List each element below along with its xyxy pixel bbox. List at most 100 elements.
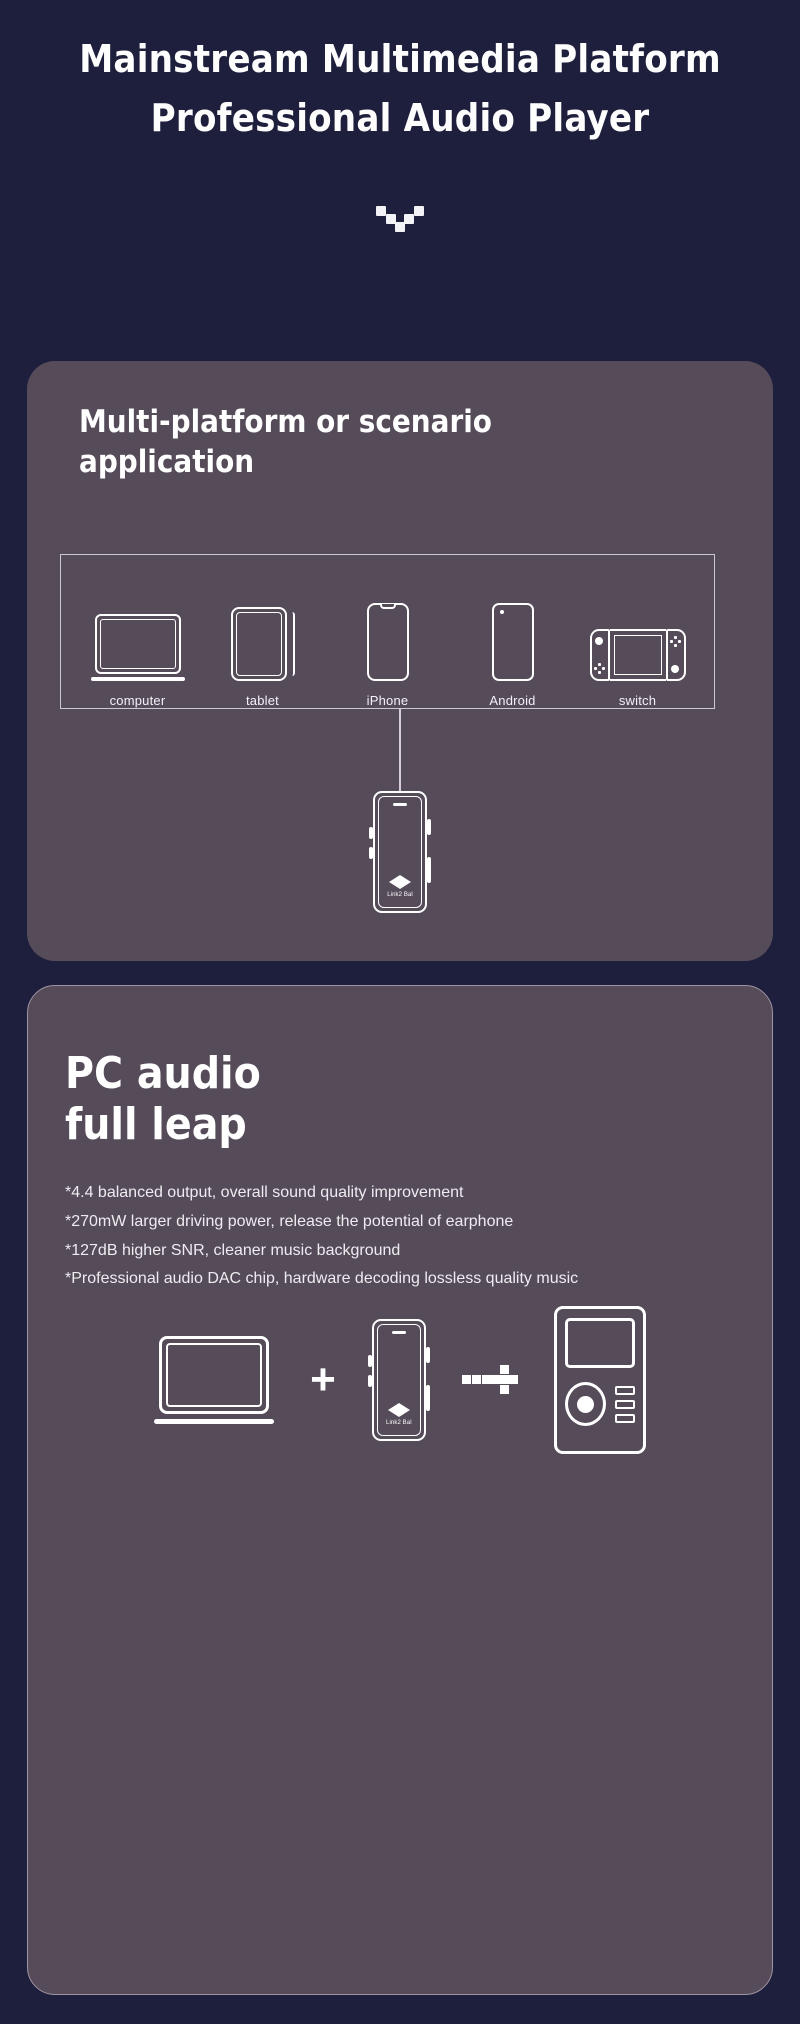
dongle-wrap: Link2 Bal: [369, 791, 431, 913]
logo-pixel-5: [414, 205, 424, 216]
android-camera-dot: [499, 610, 504, 614]
dongle-brand-text: Link2 Bal: [387, 892, 413, 898]
arrow-pixel-3: [481, 1375, 491, 1384]
tablet-body: [230, 607, 287, 681]
dpad-left: [593, 667, 597, 670]
tablet-screen: [235, 612, 282, 676]
arrow-pixel-4: [490, 1375, 500, 1384]
device-item-tablet: tablet: [207, 599, 319, 708]
card-pc-audio-title: PC audio full leap: [28, 986, 772, 1150]
laptop-base: [90, 677, 185, 681]
device-label-computer: computer: [109, 693, 166, 708]
player-screen: [564, 1318, 635, 1368]
game-console-icon-art: [582, 599, 694, 681]
feature-bullet-2: *270mW larger driving power, release the…: [65, 1212, 514, 1230]
page-header: Mainstream Multimedia Platform Professio…: [0, 0, 800, 148]
arrow-pixel-6: [499, 1385, 509, 1394]
console-button-y: [669, 640, 673, 643]
bowtie-logo: [389, 875, 411, 890]
brand-logo-wrap: [0, 205, 800, 234]
card-multi-platform-title-line-2: application: [79, 443, 255, 480]
laptop-icon: [90, 614, 185, 681]
setup-combination-row: + Link2 Bal: [28, 1306, 772, 1454]
combo-dongle-cell: Link2 Bal: [367, 1319, 430, 1441]
arrow-pixel-7: [499, 1375, 509, 1384]
logo-pixel-1: [376, 205, 386, 216]
product-infographic-page: Mainstream Multimedia Platform Professio…: [0, 0, 800, 2024]
dongle-face: Link2 Bal: [378, 796, 422, 908]
dongle-volume-down-button: [369, 847, 373, 859]
logo-pixel-4: [404, 213, 414, 224]
card-pc-audio: PC audio full leap *4.4 balanced output,…: [27, 985, 773, 1995]
bowtie-logo: [387, 1403, 410, 1418]
dongle-side-button-2: [427, 857, 431, 883]
combo-player-cell: [553, 1306, 646, 1454]
device-item-iphone: iPhone: [332, 599, 444, 708]
card-pc-audio-title-line-1: PC audio: [65, 1048, 261, 1099]
android-phone-icon: [491, 603, 534, 681]
pixel-arrow-right-icon: [461, 1360, 518, 1400]
console-screen: [609, 629, 666, 681]
dac-dongle-icon: Link2 Bal: [367, 1319, 430, 1441]
console-left-joycon: [589, 629, 610, 681]
console-left-stick: [594, 637, 603, 645]
player-center-button: [576, 1395, 594, 1413]
laptop-screen: [99, 619, 176, 669]
dongle-side-button-1: [425, 1347, 430, 1363]
dongle-speaker-slit: [391, 1331, 406, 1334]
player-button-2: [614, 1399, 635, 1409]
dongle-face: Link2 Bal: [376, 1324, 421, 1436]
dongle-brand-text: Link2 Bal: [386, 1420, 412, 1426]
tablet-side-edge: [292, 612, 295, 676]
arrow-pixel-1: [461, 1375, 471, 1384]
dongle-speaker-slit: [393, 803, 407, 806]
dpad-right: [601, 667, 605, 670]
dongle-volume-up-button: [367, 1355, 372, 1367]
combo-arrow-cell: [461, 1360, 518, 1400]
combo-laptop-cell: [154, 1336, 275, 1424]
plus-icon: +: [310, 1355, 336, 1404]
card-pc-audio-title-line-2: full leap: [65, 1099, 247, 1151]
pixel-v-logo: [376, 205, 424, 234]
arrow-pixel-8: [508, 1375, 518, 1384]
laptop-screen: [166, 1343, 263, 1407]
tablet-icon: [230, 607, 295, 681]
arrow-pixel-5: [499, 1365, 509, 1374]
iphone-notch: [379, 604, 396, 609]
dac-dongle-icon: Link2 Bal: [369, 791, 431, 913]
laptop-lid: [159, 1336, 270, 1414]
page-title-line-2: Professional Audio Player: [150, 95, 650, 140]
console-button-x: [673, 636, 677, 639]
bowtie-knot: [396, 1407, 402, 1414]
device-item-switch: switch: [582, 599, 694, 708]
tablet-icon-art: [207, 599, 319, 681]
device-item-computer: computer: [82, 599, 194, 708]
arrow-pixel-2: [471, 1375, 481, 1384]
device-label-iphone: iPhone: [366, 693, 409, 708]
dongle-volume-up-button: [369, 827, 373, 839]
connection-line: [399, 709, 401, 791]
dongle-brand-block: Link2 Bal: [378, 1403, 420, 1426]
console-buttons-right: [669, 636, 681, 647]
iphone-icon: [366, 603, 409, 681]
console-dpad-left: [593, 663, 605, 674]
dongle-shell: Link2 Bal: [373, 791, 427, 913]
dongle-brand-block: Link2 Bal: [379, 875, 421, 898]
card-multi-platform-title: Multi-platform or scenario application: [27, 361, 647, 482]
player-side-buttons: [614, 1385, 635, 1423]
device-label-android: Android: [489, 693, 536, 708]
laptop-lid: [94, 614, 181, 674]
console-screen-inner: [613, 635, 662, 675]
laptop-icon: [154, 1336, 275, 1424]
card-multi-platform: Multi-platform or scenario application c…: [27, 361, 773, 961]
dongle-volume-down-button: [367, 1375, 372, 1387]
card-multi-platform-title-line-1: Multi-platform or scenario: [79, 404, 492, 440]
music-player-icon: [553, 1306, 646, 1454]
console-right-joycon: [665, 629, 686, 681]
laptop-base: [154, 1419, 275, 1424]
player-button-1: [614, 1385, 635, 1395]
combo-plus-cell: +: [310, 1358, 336, 1402]
console-button-a: [677, 640, 681, 643]
feature-bullet-4: *Professional audio DAC chip, hardware d…: [65, 1270, 579, 1288]
game-console-icon: [589, 629, 686, 681]
